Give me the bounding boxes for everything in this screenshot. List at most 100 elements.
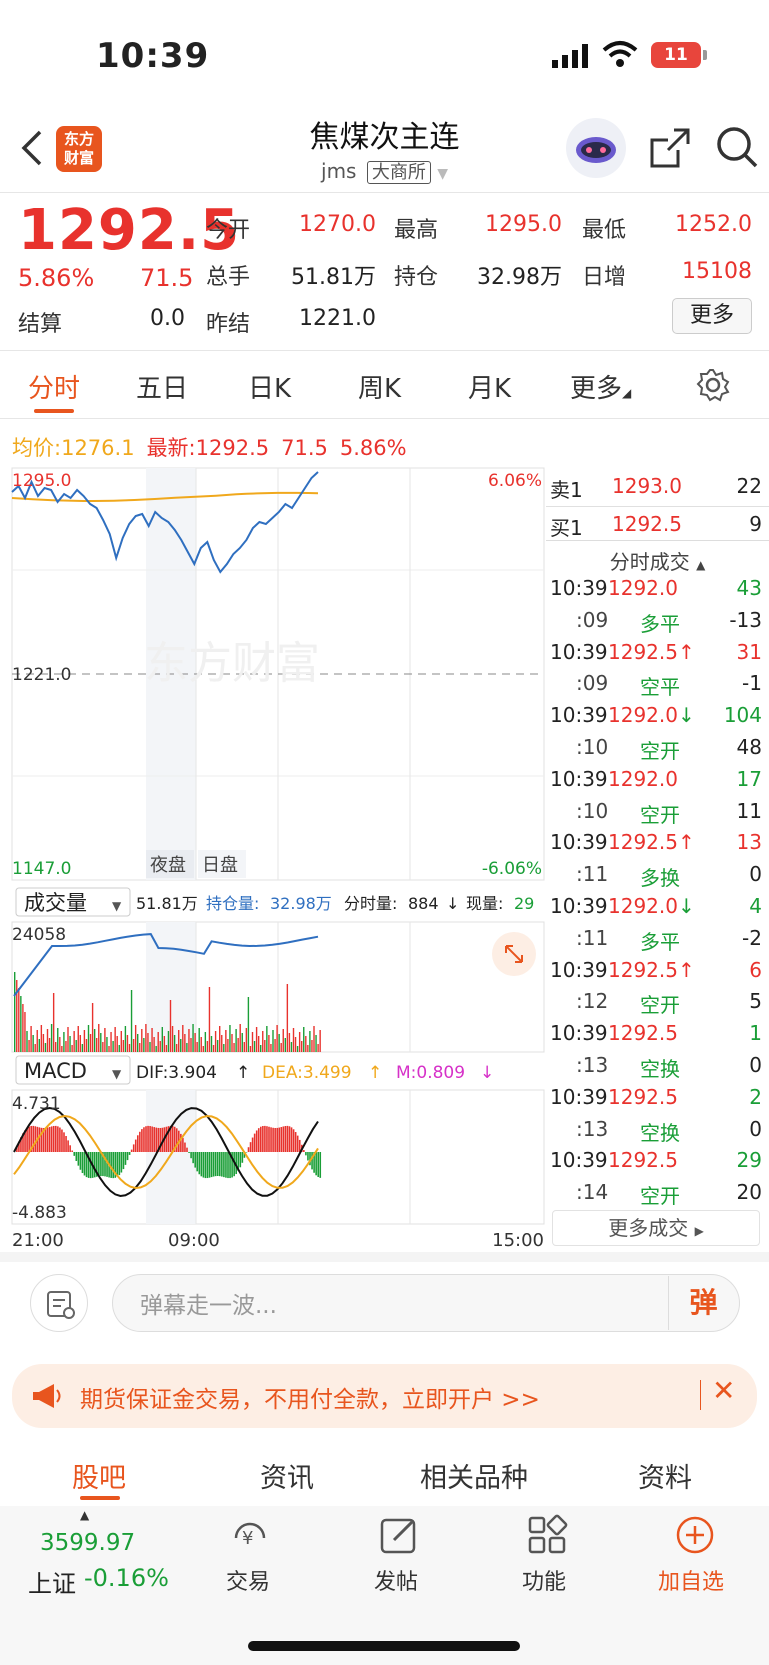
volume-bar [192, 1024, 194, 1052]
volume-bar [294, 1037, 297, 1052]
tab-monthly-k[interactable]: 月K [468, 368, 511, 405]
index-pct[interactable]: -0.16% [84, 1564, 169, 1592]
tab-weekly-k[interactable]: 周K [358, 368, 401, 405]
volume-bar [253, 1041, 256, 1052]
more-trades-button[interactable]: 更多成交 ▶ [552, 1210, 760, 1246]
subtab-news[interactable]: 资讯 [260, 1456, 314, 1495]
volume-bar [143, 1038, 145, 1052]
sell1-price: 1293.0 [612, 474, 682, 498]
volume-bar [235, 1029, 237, 1052]
svg-text:↑: ↑ [368, 1063, 382, 1083]
volume-bar [155, 1046, 157, 1052]
volume-bar [245, 1028, 248, 1052]
volume-bar [38, 1039, 40, 1052]
volume-bar [20, 996, 22, 1052]
toolbar-post[interactable]: 发帖 [374, 1564, 418, 1596]
robot-avatar-icon[interactable] [566, 118, 626, 178]
macd-bar [122, 1152, 125, 1170]
volume-bar [116, 1036, 118, 1052]
volume-bar [85, 1039, 88, 1052]
index-value[interactable]: 3599.97 [40, 1530, 135, 1556]
macd-bar [262, 1125, 264, 1152]
trade-price: 1292.5 [608, 1021, 678, 1046]
subtab-guba[interactable]: 股吧 [72, 1456, 126, 1495]
volume-bar [243, 1042, 245, 1052]
comment-list-icon[interactable] [30, 1274, 88, 1332]
volume-bar [274, 1039, 276, 1052]
volume-bar [120, 1031, 122, 1052]
toolbar-functions[interactable]: 功能 [522, 1564, 566, 1596]
volume-bar [272, 1030, 274, 1052]
high-value: 1295.0 [485, 212, 562, 237]
tick-vol-label: 分时量: [344, 894, 397, 913]
macd-m: M:0.809 [396, 1063, 465, 1083]
volume-bar [247, 997, 250, 1052]
more-button[interactable]: 更多 [672, 298, 752, 334]
subtab-info[interactable]: 资料 [638, 1456, 692, 1495]
down-arrow-icon: ↓ [446, 894, 459, 913]
index-name[interactable]: 上证 [28, 1564, 76, 1599]
sell1-qty: 22 [736, 474, 762, 498]
macd-bar [227, 1152, 229, 1179]
settings-gear-icon[interactable] [696, 368, 730, 406]
volume-bar [132, 1039, 135, 1052]
add-watchlist-icon[interactable] [674, 1514, 716, 1560]
tick-vol-value: 884 [408, 894, 439, 913]
divider [0, 192, 769, 193]
axis-bottom-price: 1147.0 [12, 859, 71, 879]
volume-bar [264, 1040, 266, 1052]
search-icon[interactable] [714, 124, 760, 174]
night-session-label: 夜盘 [150, 855, 186, 876]
volume-bar [63, 1032, 65, 1052]
subtab-related[interactable]: 相关品种 [420, 1456, 528, 1495]
daily-increase-value: 15108 [682, 259, 752, 284]
volume-bar [106, 1037, 108, 1052]
volume-selector: 成交量 [24, 891, 87, 915]
danmu-button[interactable]: 弹 [668, 1276, 738, 1330]
share-icon[interactable] [648, 126, 692, 174]
volume-bar [93, 1029, 96, 1052]
toolbar-add-watchlist[interactable]: 加自选 [658, 1564, 724, 1596]
tab-intraday[interactable]: 分时 [28, 368, 80, 405]
volume-bar [18, 988, 20, 1052]
trades-header[interactable]: 分时成交 ▲ [546, 546, 769, 575]
volume-bar [98, 1024, 100, 1052]
macd-bar [100, 1152, 102, 1177]
svg-text:¥: ¥ [242, 1528, 253, 1549]
svg-text:↑: ↑ [236, 1063, 250, 1083]
compose-icon[interactable] [378, 1514, 420, 1560]
volume-bar [42, 1034, 45, 1052]
megaphone-icon [30, 1382, 64, 1414]
trade-volume: 29 [736, 1148, 762, 1173]
intraday-chart[interactable]: 东方财富 1295.0 6.06% 1221.0 1147.0 -6.06% 夜… [0, 466, 548, 1252]
macd-bar [28, 1126, 30, 1152]
prev-settle-value: 1221.0 [299, 306, 376, 331]
trade-volume: 2 [749, 1084, 762, 1109]
tab-daily-k[interactable]: 日K [248, 368, 291, 405]
macd-bar [147, 1125, 149, 1152]
volume-bar [225, 1030, 227, 1052]
volume-bar [169, 1000, 172, 1052]
volume-bar [255, 1027, 258, 1052]
order-book: 卖1 1293.0 22 买1 1292.5 9 [546, 468, 769, 550]
prev-settle-label: 昨结 [206, 312, 251, 337]
chart-info-line: 均价:1276.1 最新:1292.5 71.5 5.86% [12, 436, 407, 460]
volume-bar [188, 1029, 190, 1052]
volume-bar [296, 1046, 299, 1052]
tab-five-day[interactable]: 五日 [136, 368, 188, 405]
volume-bar [108, 1046, 110, 1052]
trade-icon[interactable]: ¥ [228, 1516, 272, 1560]
volume-bar [141, 1029, 143, 1052]
trade-price: 1292.0↓ [608, 703, 695, 728]
apps-icon[interactable] [526, 1514, 568, 1560]
macd-bar [48, 1126, 51, 1152]
volume-bar [249, 1046, 252, 1052]
tab-more[interactable]: 更多◢ [570, 368, 631, 405]
toolbar-trade[interactable]: 交易 [226, 1564, 270, 1596]
battery-tip [703, 50, 707, 60]
close-icon[interactable]: ✕ [712, 1374, 735, 1407]
macd-bar [253, 1133, 256, 1152]
day-session-label: 日盘 [202, 855, 238, 876]
macd-bar [264, 1125, 266, 1152]
macd-bar [202, 1152, 205, 1178]
